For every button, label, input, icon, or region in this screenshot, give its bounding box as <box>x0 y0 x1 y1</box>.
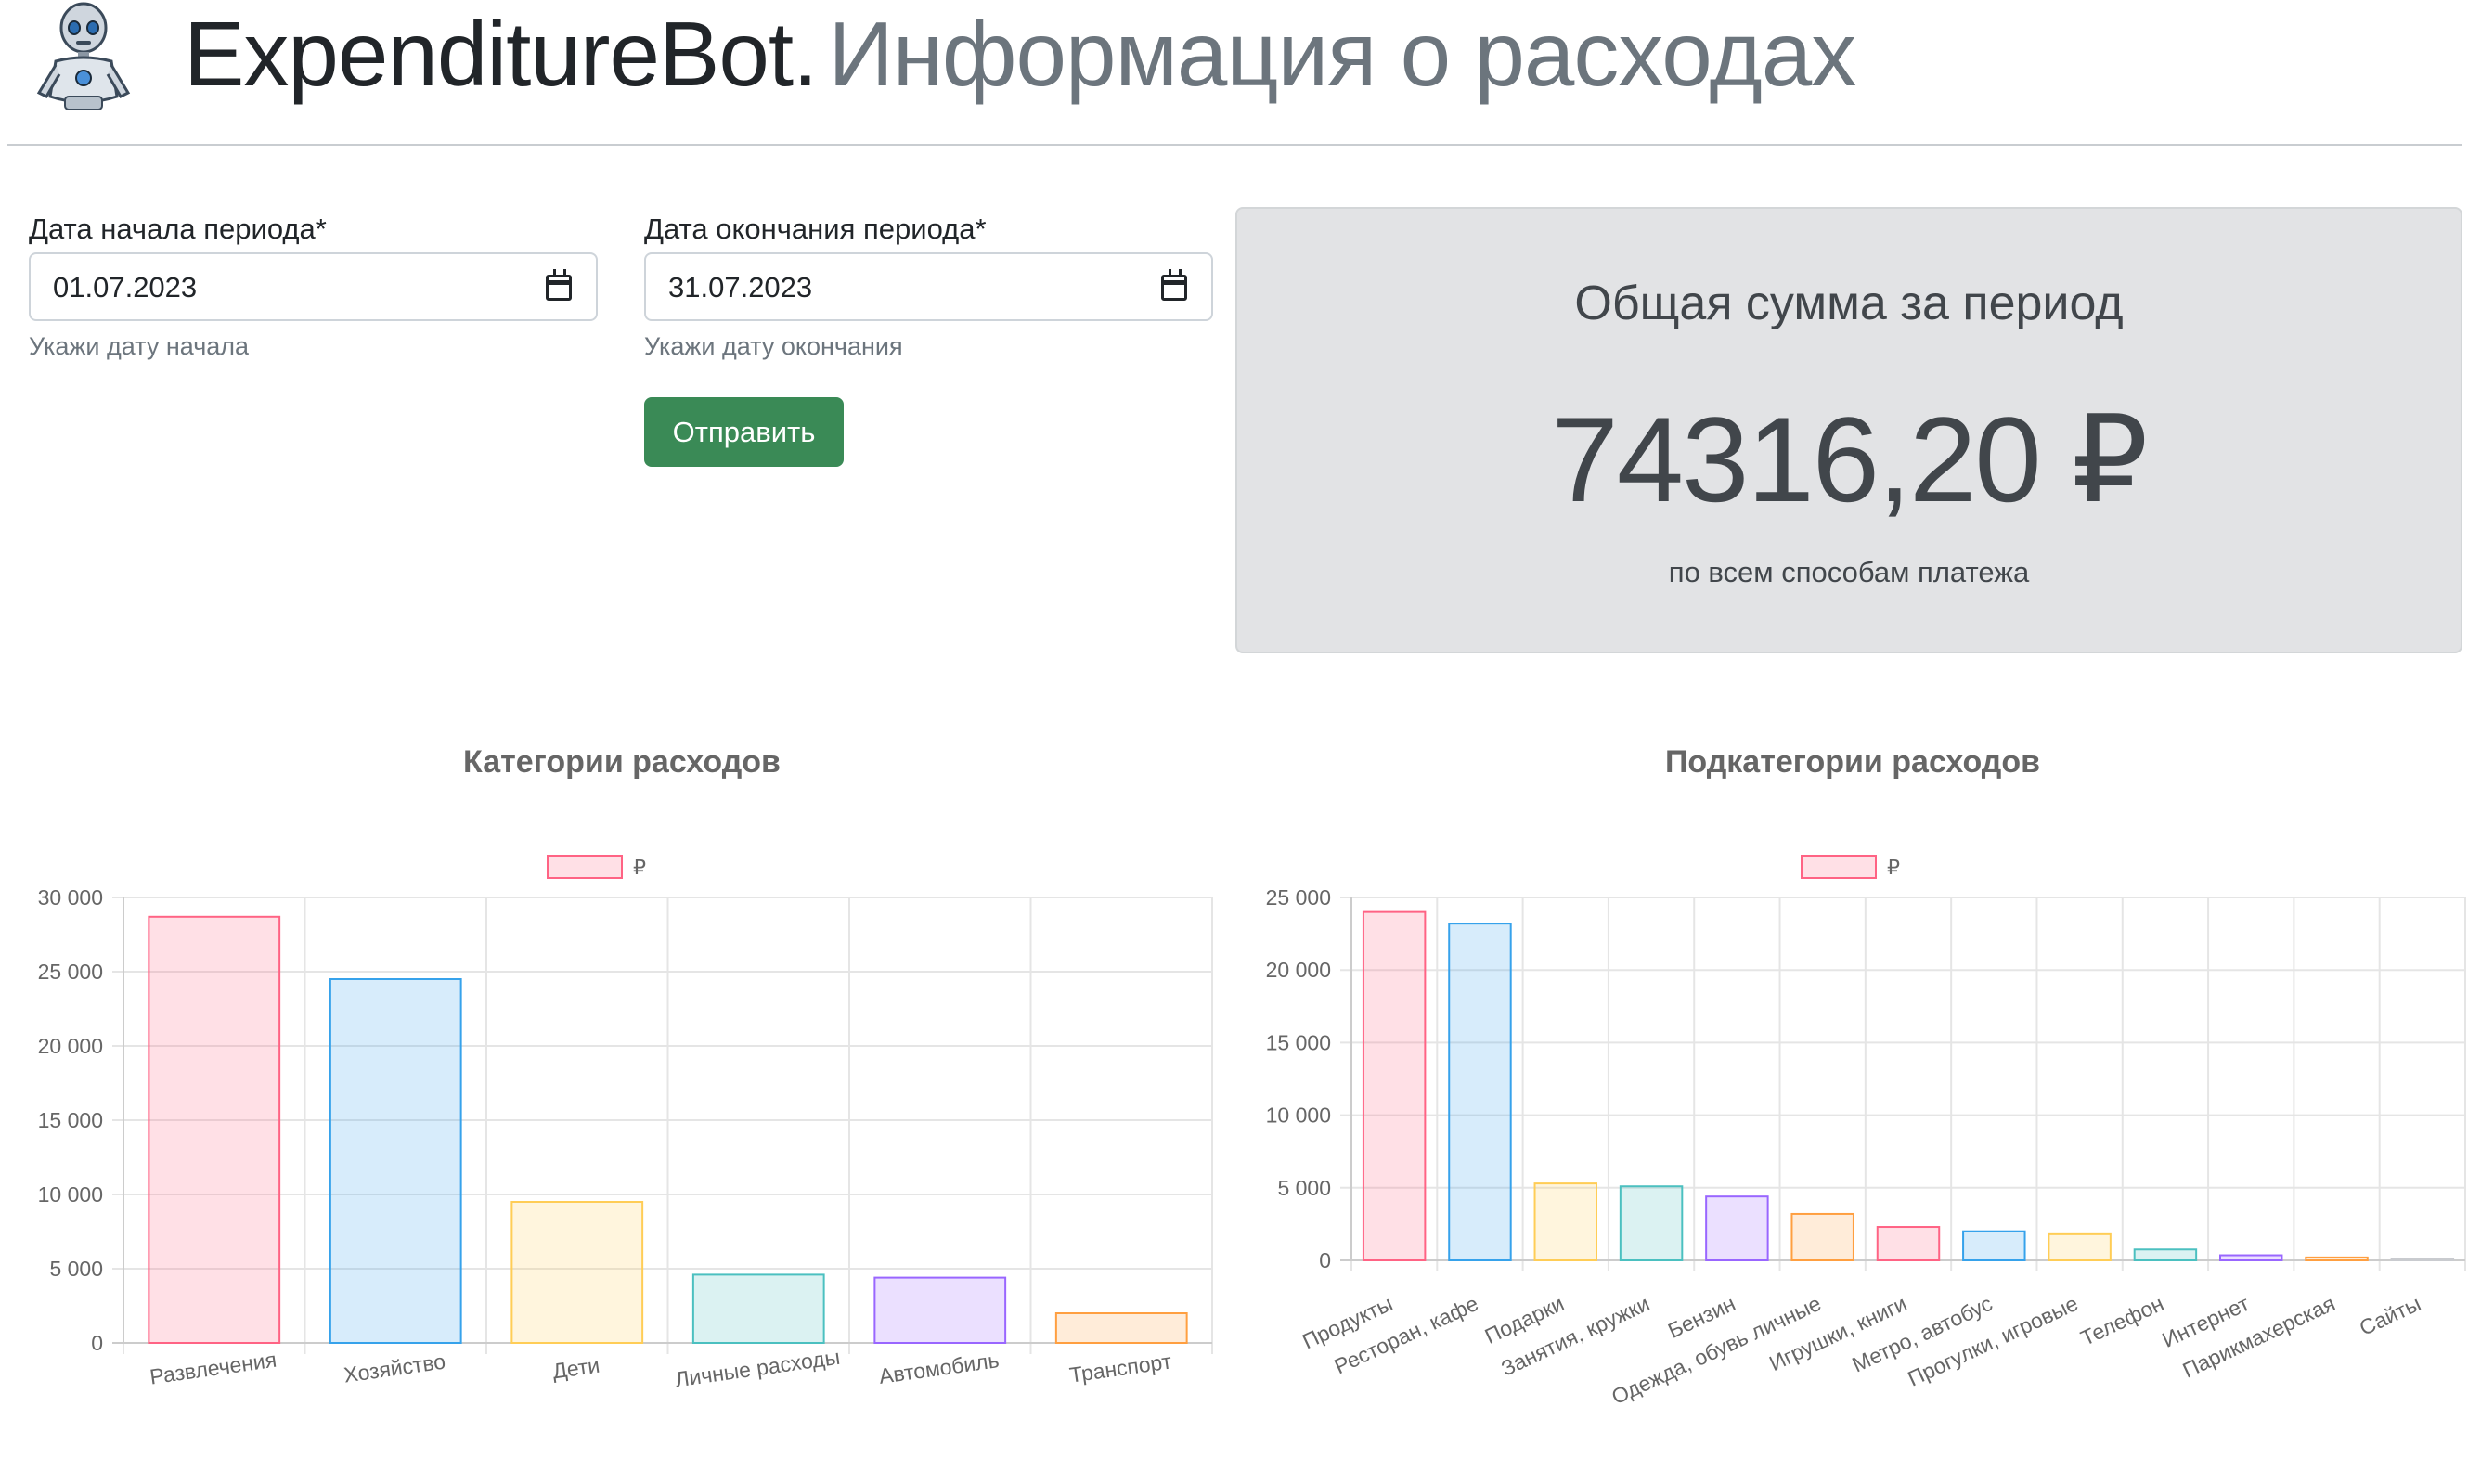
legend-label: ₽ <box>1887 856 1900 879</box>
bar[interactable] <box>2219 1254 2283 1262</box>
robot-icon <box>36 2 131 110</box>
summary-title: Общая сумма за период <box>1574 277 2124 330</box>
x-tick-label: Развлечения <box>149 1348 278 1389</box>
bar[interactable] <box>510 1201 644 1344</box>
bar[interactable] <box>148 915 281 1345</box>
x-tick-label: Телефон <box>2077 1291 2167 1350</box>
categories-chart: Категории расходов ₽0 5 000 10 000 15 000 20 … <box>38 744 1213 1392</box>
y-tick-label: 25 000 <box>38 960 103 984</box>
end-date-value: 31.07.2023 <box>668 271 813 303</box>
chart-title: Подкатегории расходов <box>1665 744 2040 780</box>
y-tick-label: 0 <box>1319 1248 1331 1272</box>
x-tick-label: Сайты <box>2356 1291 2424 1340</box>
bar[interactable] <box>1790 1212 1854 1262</box>
y-tick-label: 5 000 <box>49 1257 103 1281</box>
app-name: ExpenditureBot. <box>184 3 818 105</box>
subcategories-chart: Подкатегории расходов ₽0 5 000 10 000 15 000… <box>1266 744 2466 1409</box>
x-tick-label: Парикмахерская <box>2179 1291 2339 1383</box>
y-tick-label: 20 000 <box>1266 958 1331 982</box>
bar[interactable] <box>1962 1230 2026 1261</box>
bar[interactable] <box>2305 1256 2369 1262</box>
x-tick-label: Автомобиль <box>877 1348 1001 1388</box>
bar[interactable] <box>1448 923 1512 1261</box>
summary-card: Общая сумма за период 74316,20 ₽ по всем… <box>1235 207 2462 653</box>
bar[interactable] <box>1054 1312 1188 1344</box>
x-tick-label: Занятия, кружки <box>1497 1291 1653 1381</box>
y-tick-label: 30 000 <box>38 885 103 910</box>
y-tick-label: 25 000 <box>1266 885 1331 910</box>
bar[interactable] <box>329 978 462 1344</box>
start-date-group: Дата начала периода* <box>29 211 327 248</box>
x-tick-label: Ресторан, кафе <box>1330 1291 1481 1378</box>
x-tick-label: Личные расходы <box>674 1345 842 1392</box>
bar[interactable] <box>2048 1232 2112 1262</box>
start-date-input[interactable]: 01.07.2023 <box>29 252 598 321</box>
y-tick-label: 5 000 <box>1277 1176 1331 1200</box>
bar[interactable] <box>1619 1185 1684 1261</box>
start-date-label: Дата начала периода* <box>29 213 327 245</box>
page-title: ExpenditureBot. Информация о расходах <box>184 0 1856 108</box>
end-date-label: Дата окончания периода* <box>644 213 987 245</box>
page-subtitle: Информация о расходах <box>828 3 1856 105</box>
bar[interactable] <box>1876 1226 1941 1262</box>
summary-amount: 74316,20 ₽ <box>1551 392 2148 527</box>
end-date-help: Укажи дату окончания <box>644 332 903 360</box>
y-tick-label: 20 000 <box>38 1034 103 1058</box>
end-date-input[interactable]: 31.07.2023 <box>644 252 1213 321</box>
bar[interactable] <box>2390 1258 2455 1261</box>
y-tick-label: 10 000 <box>38 1182 103 1207</box>
y-tick-label: 10 000 <box>1266 1103 1331 1128</box>
start-date-help-wrap: Укажи дату начала <box>29 330 249 362</box>
bar[interactable] <box>1705 1195 1769 1262</box>
y-tick-label: 0 <box>91 1331 103 1355</box>
calendar-icon[interactable] <box>1161 269 1187 301</box>
end-date-group: Дата окончания периода* <box>644 211 987 248</box>
start-date-help: Укажи дату начала <box>29 332 250 360</box>
chart-title: Категории расходов <box>463 744 781 780</box>
page-header: ExpenditureBot. Информация о расходах <box>0 0 2468 147</box>
legend-swatch[interactable] <box>547 855 623 879</box>
submit-button[interactable]: Отправить <box>644 397 844 467</box>
end-date-help-wrap: Укажи дату окончания <box>644 330 903 362</box>
bar[interactable] <box>1533 1182 1597 1261</box>
y-tick-label: 15 000 <box>38 1108 103 1132</box>
start-date-value: 01.07.2023 <box>53 271 198 303</box>
header-divider <box>7 144 2462 146</box>
x-tick-label: Хозяйство <box>342 1349 447 1387</box>
bar[interactable] <box>1362 910 1427 1261</box>
legend-label: ₽ <box>633 856 646 879</box>
legend-swatch[interactable] <box>1801 855 1877 879</box>
bar[interactable] <box>2133 1248 2198 1262</box>
calendar-icon[interactable] <box>546 269 572 301</box>
bar[interactable] <box>873 1276 1007 1344</box>
x-tick-label: Транспорт <box>1068 1349 1174 1387</box>
bar[interactable] <box>691 1273 825 1345</box>
y-tick-label: 15 000 <box>1266 1030 1331 1054</box>
summary-note: по всем способам платежа <box>1668 556 2030 588</box>
x-tick-label: Дети <box>551 1353 601 1384</box>
